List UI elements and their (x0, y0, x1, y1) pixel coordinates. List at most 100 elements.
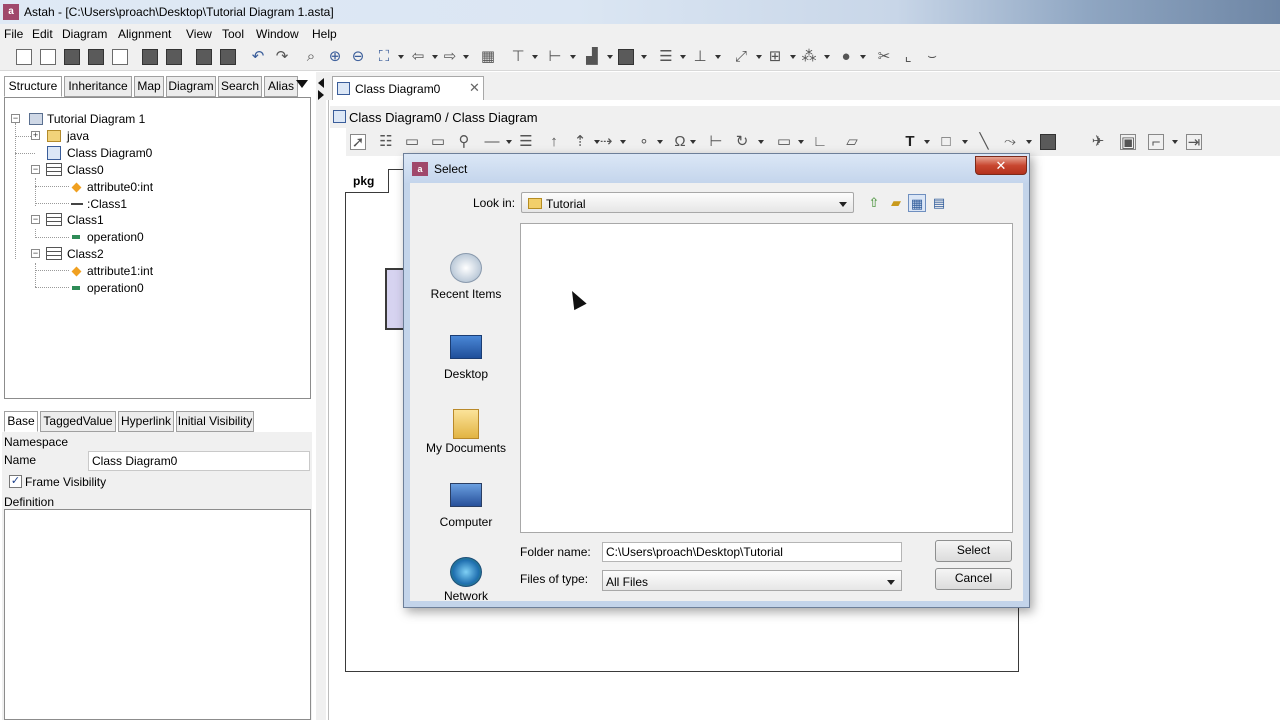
menu-file[interactable]: File (4, 27, 23, 41)
chevron-down-icon[interactable] (620, 140, 626, 144)
chevron-down-icon[interactable] (641, 55, 647, 59)
chevron-down-icon[interactable] (398, 55, 404, 59)
chevron-down-icon[interactable] (756, 55, 762, 59)
curve-line-icon[interactable]: ⌣ (924, 49, 940, 65)
file-list[interactable] (520, 223, 1013, 533)
align-middle-icon[interactable]: ☰ (658, 49, 674, 65)
collapse-icon[interactable]: − (11, 114, 20, 123)
menu-tool[interactable]: Tool (222, 27, 244, 41)
tab-search[interactable]: Search (218, 76, 262, 97)
paste-icon[interactable] (196, 49, 212, 65)
copy-icon[interactable] (166, 49, 182, 65)
forward-icon[interactable]: ⇨ (442, 49, 458, 65)
select-button[interactable]: Select (935, 540, 1012, 562)
control-tool-icon[interactable]: ↻ (734, 134, 750, 150)
object-tool-icon[interactable]: Ω (672, 134, 688, 150)
tab-hyperlink[interactable]: Hyperlink (118, 411, 174, 432)
look-in-combo[interactable]: Tutorial (521, 192, 854, 213)
new-file-icon[interactable] (16, 49, 32, 65)
text-tool-icon[interactable]: T (902, 134, 918, 150)
usage-tool-icon[interactable]: ∘ (636, 134, 652, 150)
dialog-title-bar[interactable]: a Select (404, 154, 1029, 183)
details-view-icon[interactable]: ▤ (930, 194, 948, 212)
select-arrow-icon[interactable]: ➚ (350, 134, 366, 151)
delete-icon[interactable] (220, 49, 236, 65)
image-tool-icon[interactable] (1040, 134, 1056, 150)
dependency-tool-icon[interactable]: ⇢ (598, 134, 614, 150)
astah-icon[interactable]: a (3, 4, 19, 20)
generalization-tool-icon[interactable]: ↑ (546, 134, 562, 150)
cut-icon[interactable] (142, 49, 158, 65)
zoom-icon[interactable]: ⌕ (303, 49, 319, 65)
rectangle-tool-icon[interactable]: □ (938, 134, 954, 150)
zoom-in-icon[interactable]: ⊕ (327, 49, 343, 65)
line-style-icon[interactable]: ⤢ (733, 49, 749, 65)
tab-taggedvalue[interactable]: TaggedValue (40, 411, 116, 432)
same-size-icon[interactable] (618, 49, 634, 65)
tree-layout-icon[interactable]: ⊞ (767, 49, 783, 65)
collapse-left-icon[interactable] (318, 78, 324, 88)
line-corner-icon[interactable]: ⌞ (900, 49, 916, 65)
cancel-button[interactable]: Cancel (935, 568, 1012, 590)
line-mode-icon[interactable]: ⌐ (1148, 134, 1164, 151)
package-tool-icon[interactable]: ▭ (404, 134, 420, 150)
chevron-down-icon[interactable] (432, 55, 438, 59)
chevron-down-icon[interactable] (690, 140, 696, 144)
back-icon[interactable]: ⇦ (410, 49, 426, 65)
pin-icon[interactable]: ✈ (1090, 134, 1106, 150)
tab-class-diagram0[interactable]: Class Diagram0 ✕ (332, 76, 484, 100)
menu-diagram[interactable]: Diagram (62, 27, 107, 41)
interface-tool-icon[interactable]: ⚲ (456, 134, 472, 150)
circle-icon[interactable]: ● (838, 49, 854, 65)
chevron-down-icon[interactable] (824, 55, 830, 59)
realization-tool-icon[interactable]: ⇡ (572, 134, 588, 150)
diagram-grid-icon[interactable]: ▦ (480, 49, 496, 65)
chevron-down-icon[interactable] (607, 55, 613, 59)
save-icon[interactable] (64, 49, 80, 65)
files-of-type-combo[interactable]: All Files (602, 570, 902, 591)
class-tool-icon[interactable]: ☷ (378, 134, 394, 150)
tab-inheritance[interactable]: Inheritance (64, 76, 132, 97)
menu-view[interactable]: View (186, 27, 212, 41)
chevron-down-icon[interactable] (532, 55, 538, 59)
open-file-icon[interactable] (40, 49, 56, 65)
note-tool-icon[interactable]: ▱ (844, 134, 860, 150)
redo-icon[interactable]: ↷ (274, 49, 290, 65)
tab-structure[interactable]: Structure (4, 76, 62, 97)
chevron-down-icon[interactable] (657, 140, 663, 144)
collapse-icon[interactable]: − (31, 165, 40, 174)
panel-menu-icon[interactable] (296, 80, 308, 88)
line-tool-icon[interactable]: ╲ (976, 134, 992, 150)
chevron-down-icon[interactable] (790, 55, 796, 59)
panel-splitter[interactable] (316, 72, 326, 720)
fit-window-icon[interactable]: ⛶ (376, 49, 392, 65)
note-anchor-icon[interactable]: ∟ (812, 134, 828, 150)
chevron-down-icon[interactable] (798, 140, 804, 144)
chevron-down-icon[interactable] (758, 140, 764, 144)
chevron-down-icon[interactable] (1026, 140, 1032, 144)
menu-help[interactable]: Help (312, 27, 337, 41)
new-folder-icon[interactable]: ▰ (887, 194, 905, 212)
name-field[interactable]: Class Diagram0 (88, 451, 310, 471)
distribute-icon[interactable]: ▟ (584, 49, 600, 65)
chevron-down-icon[interactable] (962, 140, 968, 144)
zoom-out-icon[interactable]: ⊖ (350, 49, 366, 65)
boundary-tool-icon[interactable]: ⊢ (708, 134, 724, 150)
association-tool-icon[interactable]: — (484, 134, 500, 150)
print-preview-icon[interactable] (112, 49, 128, 65)
frame-visibility-checkbox[interactable]: ✓ (9, 475, 22, 488)
chevron-down-icon[interactable] (839, 202, 847, 207)
chevron-down-icon[interactable] (715, 55, 721, 59)
list-view-icon[interactable]: ▦ (908, 194, 926, 212)
tab-alias[interactable]: Alias (264, 76, 298, 97)
close-tab-icon[interactable]: ✕ (469, 80, 480, 96)
chevron-down-icon[interactable] (860, 55, 866, 59)
up-one-level-icon[interactable]: ⇧ (865, 194, 883, 212)
folder-name-input[interactable]: C:\Users\proach\Desktop\Tutorial (602, 542, 902, 562)
aggregation-tool-icon[interactable]: ☰ (518, 134, 534, 150)
chevron-down-icon[interactable] (570, 55, 576, 59)
undo-icon[interactable]: ↶ (250, 49, 266, 65)
align-top-icon[interactable]: ⊤ (510, 49, 526, 65)
print-icon[interactable] (88, 49, 104, 65)
resize-icon[interactable]: ⇥ (1186, 134, 1202, 151)
